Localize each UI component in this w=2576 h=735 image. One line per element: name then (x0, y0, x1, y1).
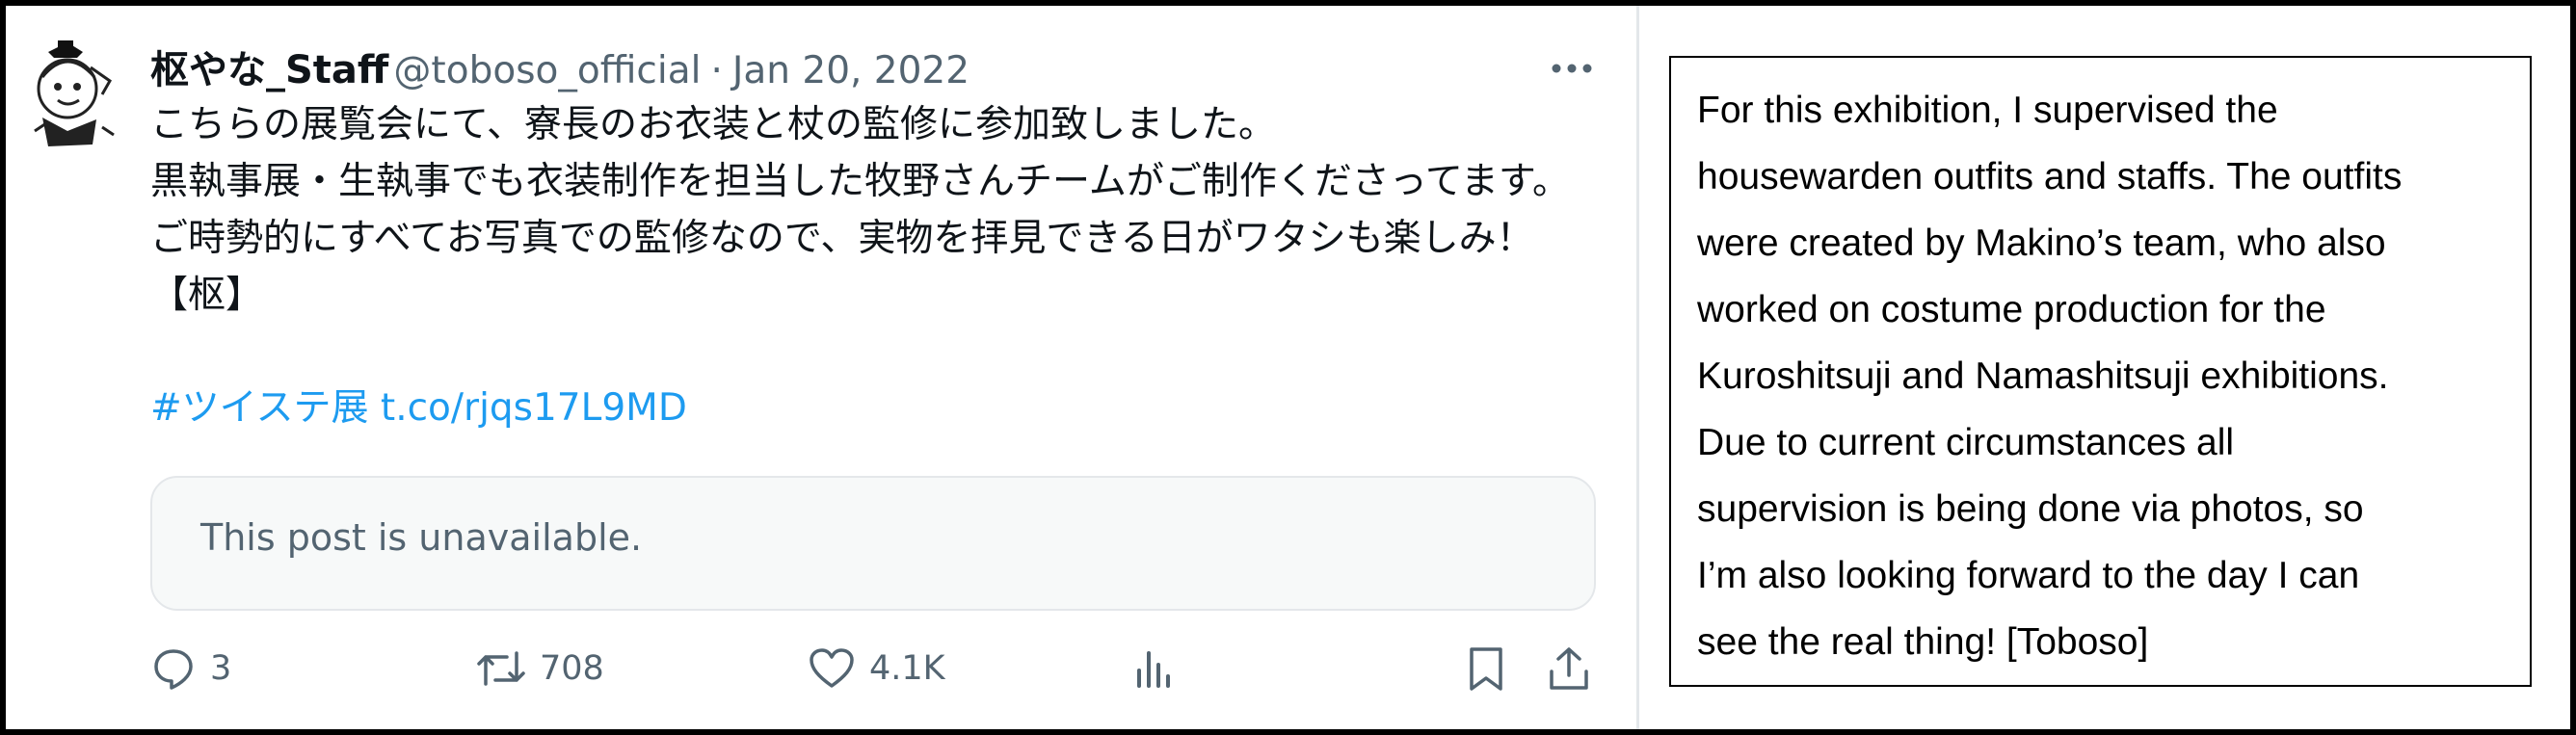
post-date[interactable]: Jan 20, 2022 (732, 49, 969, 92)
like-icon (808, 645, 856, 692)
tweet-paragraph: ご時勢的にすべてお写真での監修なので、実物を拝見できる日がワタシも楽しみ！【枢】 (150, 217, 1534, 317)
user-handle[interactable]: @toboso_official (393, 49, 701, 92)
share-icon (1546, 644, 1592, 693)
unavailable-message: This post is unavailable. (200, 516, 643, 559)
repost-icon (476, 645, 526, 692)
tweet-header: 枢やな_Staff @toboso_official · Jan 20, 2022 (150, 39, 969, 92)
bookmark-icon (1465, 644, 1507, 693)
tweet-paragraph: こちらの展覧会にて、寮長のお衣装と杖の監修に参加致しました。 (150, 103, 1277, 146)
translation-box: For this exhibition, I supervised the ho… (1669, 56, 2532, 687)
like-button[interactable]: 4.1K (808, 640, 945, 697)
reply-count: 3 (210, 649, 232, 688)
views-button[interactable] (1133, 640, 1176, 697)
display-name[interactable]: 枢やな_Staff (150, 48, 388, 92)
repost-button[interactable]: 708 (476, 640, 604, 697)
like-count: 4.1K (869, 649, 945, 688)
quoted-post-card[interactable]: This post is unavailable. (150, 476, 1596, 611)
hashtag-link[interactable]: #ツイステ展 (150, 386, 369, 430)
tweet-paragraph: 黒執事展・生執事でも衣装制作を担当した牧野さんチームがご制作くださってます。 (150, 160, 1571, 203)
column-divider (1636, 6, 1639, 729)
header-separator: · (710, 49, 723, 92)
tweet-links: #ツイステ展 t.co/rjqs17L9MD (150, 381, 687, 435)
tweet-text: こちらの展覧会にて、寮長のお衣装と杖の監修に参加致しました。 黒執事展・生執事で… (150, 96, 1586, 324)
reply-icon (150, 645, 197, 692)
translation-text: For this exhibition, I supervised the ho… (1697, 90, 2403, 663)
reply-button[interactable]: 3 (150, 640, 231, 697)
ellipsis-icon[interactable] (1548, 44, 1596, 92)
views-icon (1133, 645, 1176, 692)
short-link[interactable]: t.co/rjqs17L9MD (381, 386, 687, 430)
share-button[interactable] (1546, 640, 1592, 697)
bookmark-button[interactable] (1465, 640, 1507, 697)
repost-count: 708 (540, 649, 604, 688)
avatar[interactable] (29, 39, 118, 152)
